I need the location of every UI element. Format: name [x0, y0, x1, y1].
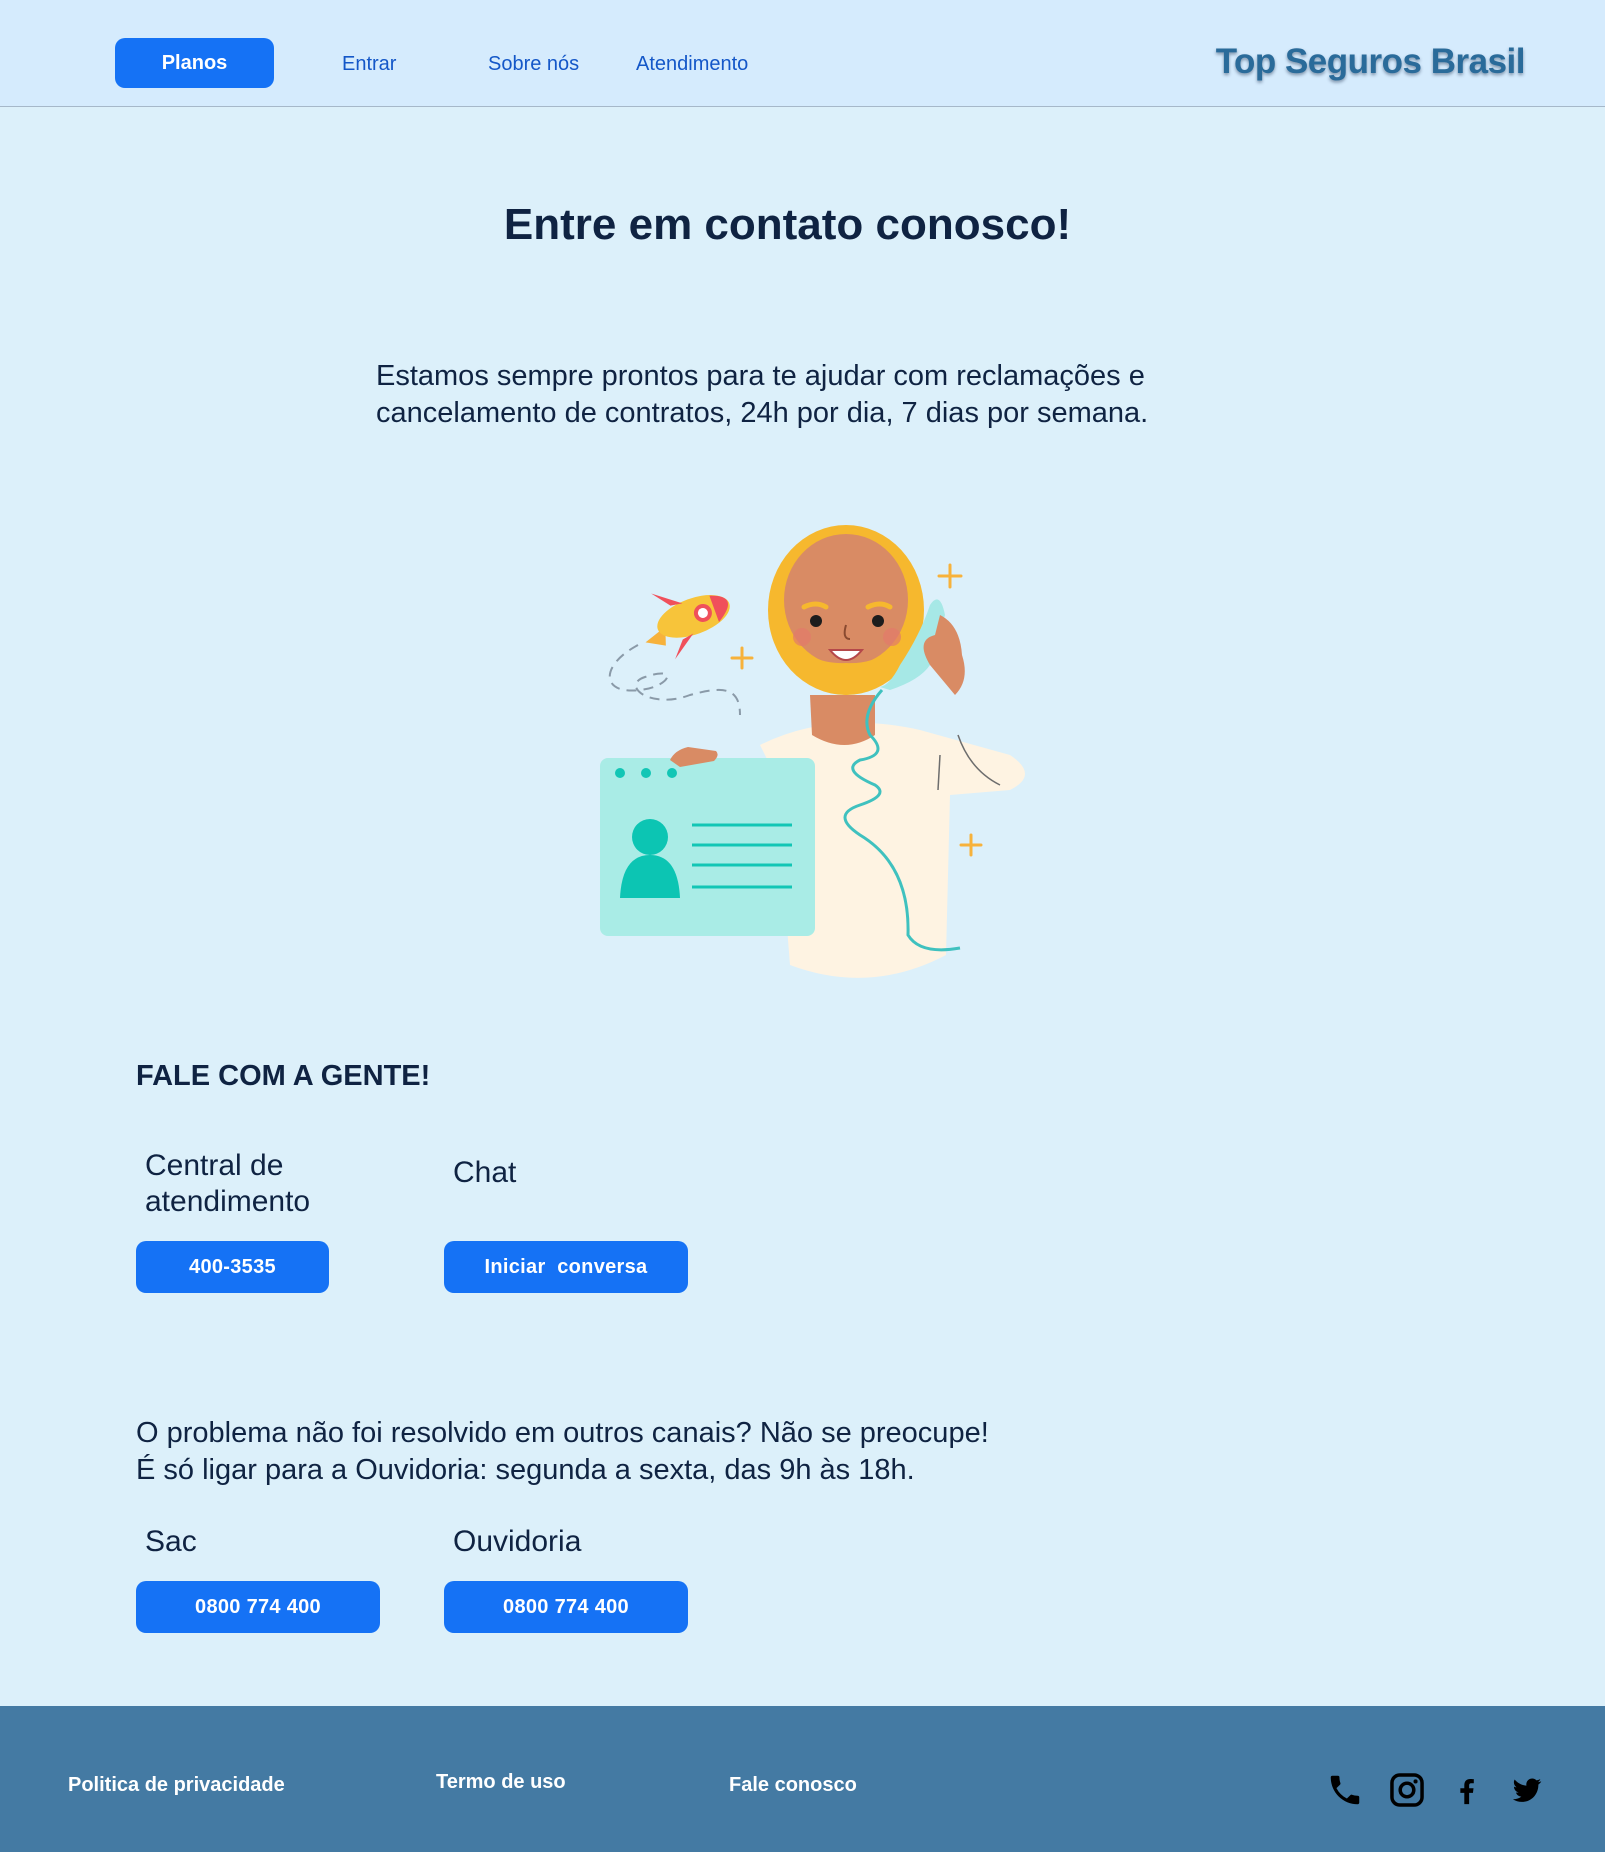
page: Planos Entrar Sobre nós Atendimento Top …	[0, 0, 1605, 1852]
sac-label: Sac	[145, 1525, 197, 1558]
ouvidoria-text: O problema não foi resolvido em outros c…	[136, 1415, 1236, 1489]
brand-logo-text[interactable]: Top Seguros Brasil	[1216, 42, 1526, 82]
ouvidoria-text-line-2: É só ligar para a Ouvidoria: segunda a s…	[136, 1454, 915, 1486]
nav-plans-button[interactable]: Planos	[115, 38, 274, 88]
central-label: Central de atendimento	[145, 1148, 310, 1220]
footer-terms-link[interactable]: Termo de uso	[436, 1771, 566, 1794]
sac-phone-button[interactable]: 0800 774 400	[136, 1581, 380, 1633]
footer-privacy-link[interactable]: Politica de privacidade	[68, 1774, 285, 1797]
start-chat-button[interactable]: Iniciar conversa	[444, 1241, 688, 1293]
rocket-icon	[645, 593, 730, 660]
id-card-icon	[600, 758, 815, 936]
support-agent-illustration	[600, 525, 1025, 978]
contact-section-heading: FALE COM A GENTE!	[136, 1060, 431, 1092]
footer-contact-link[interactable]: Fale conosco	[729, 1774, 857, 1797]
page-title: Entre em contato conosco!	[503, 200, 1072, 249]
instagram-icon[interactable]	[1387, 1770, 1427, 1810]
nav-login-link[interactable]: Entrar	[342, 50, 396, 78]
central-label-line-2: atendimento	[145, 1185, 311, 1218]
top-header: Planos Entrar Sobre nós Atendimento Top …	[0, 0, 1605, 107]
intro-text: Estamos sempre prontos para te ajudar co…	[376, 358, 1276, 432]
twitter-icon[interactable]	[1507, 1770, 1547, 1810]
ouvidoria-label: Ouvidoria	[453, 1525, 582, 1558]
intro-line-2: cancelamento de contratos, 24h por dia, …	[376, 397, 1149, 429]
nav-about-link[interactable]: Sobre nós	[488, 50, 579, 78]
central-label-line-1: Central de	[145, 1149, 284, 1182]
intro-line-1: Estamos sempre prontos para te ajudar co…	[376, 360, 1145, 392]
facebook-icon[interactable]	[1447, 1770, 1487, 1810]
page-footer: Politica de privacidade Termo de uso Fal…	[0, 1706, 1605, 1852]
ouvidoria-phone-button[interactable]: 0800 774 400	[444, 1581, 688, 1633]
chat-label: Chat	[453, 1156, 517, 1189]
ouvidoria-text-line-1: O problema não foi resolvido em outros c…	[136, 1417, 989, 1449]
nav-support-link[interactable]: Atendimento	[636, 50, 748, 78]
central-phone-button[interactable]: 400-3535	[136, 1241, 329, 1293]
phone-icon[interactable]	[1325, 1770, 1365, 1810]
